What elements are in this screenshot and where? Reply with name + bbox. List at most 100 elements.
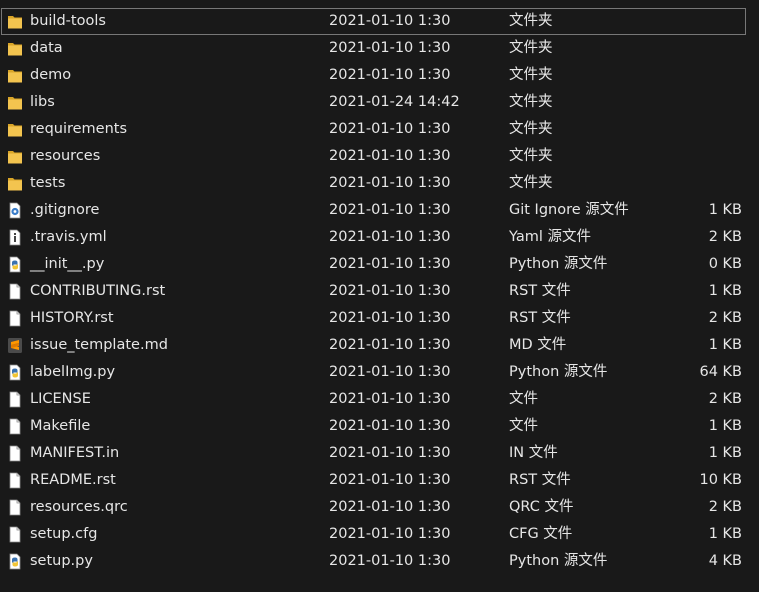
file-name: Makefile <box>30 418 91 434</box>
file-date: 2021-01-10 1:30 <box>329 13 451 29</box>
folder-icon <box>7 13 23 30</box>
file-name: setup.py <box>30 553 93 569</box>
file-name: libs <box>30 94 55 110</box>
file-date: 2021-01-10 1:30 <box>329 553 451 569</box>
file-type: Python 源文件 <box>509 364 608 380</box>
file-date: 2021-01-24 14:42 <box>329 94 460 110</box>
folder-icon <box>7 175 23 192</box>
file-name: requirements <box>30 121 128 137</box>
file-date: 2021-01-10 1:30 <box>329 526 451 542</box>
file-date: 2021-01-10 1:30 <box>329 445 451 461</box>
file-type: 文件夹 <box>509 148 553 164</box>
file-type: RST 文件 <box>509 472 571 488</box>
file-row[interactable]: labelImg.py 2021-01-10 1:30 Python 源文件 64 K… <box>0 359 759 386</box>
file-date: 2021-01-10 1:30 <box>329 499 451 515</box>
folder-icon <box>7 67 23 84</box>
file-row[interactable]: tests 2021-01-10 1:30 文件夹 <box>0 170 759 197</box>
file-name: .gitignore <box>30 202 100 218</box>
file-row[interactable]: issue_template.md 2021-01-10 1:30 MD 文件 1 K… <box>0 332 759 359</box>
file-row[interactable]: data 2021-01-10 1:30 文件夹 <box>0 35 759 62</box>
file-type: RST 文件 <box>509 283 571 299</box>
folder-icon <box>7 148 23 165</box>
file-row[interactable]: libs 2021-01-24 14:42 文件夹 <box>0 89 759 116</box>
file-list[interactable]: build-tools 2021-01-10 1:30 文件夹 data 2021-0… <box>0 8 759 575</box>
file-date: 2021-01-10 1:30 <box>329 418 451 434</box>
file-date: 2021-01-10 1:30 <box>329 283 451 299</box>
file-name: build-tools <box>30 13 106 29</box>
file-size: 2 KB <box>708 391 742 407</box>
file-date: 2021-01-10 1:30 <box>329 202 451 218</box>
file-size: 64 KB <box>699 364 742 380</box>
file-size: 0 KB <box>708 256 742 272</box>
file-date: 2021-01-10 1:30 <box>329 472 451 488</box>
file-size: 2 KB <box>708 310 742 326</box>
blank-file-icon <box>7 418 23 435</box>
file-row[interactable]: resources 2021-01-10 1:30 文件夹 <box>0 143 759 170</box>
file-row[interactable]: resources.qrc 2021-01-10 1:30 QRC 文件 2 KB <box>0 494 759 521</box>
file-date: 2021-01-10 1:30 <box>329 391 451 407</box>
blank-file-icon <box>7 526 23 543</box>
file-date: 2021-01-10 1:30 <box>329 229 451 245</box>
file-type: 文件夹 <box>509 121 553 137</box>
blank-file-icon <box>7 499 23 516</box>
file-row[interactable]: CONTRIBUTING.rst 2021-01-10 1:30 RST 文件 1 K… <box>0 278 759 305</box>
info-file-icon <box>7 229 23 246</box>
file-type: RST 文件 <box>509 310 571 326</box>
file-row[interactable]: HISTORY.rst 2021-01-10 1:30 RST 文件 2 KB <box>0 305 759 332</box>
folder-icon <box>7 40 23 57</box>
file-size: 1 KB <box>708 202 742 218</box>
blank-file-icon <box>7 472 23 489</box>
file-size: 2 KB <box>708 499 742 515</box>
file-row[interactable]: demo 2021-01-10 1:30 文件夹 <box>0 62 759 89</box>
file-name: data <box>30 40 63 56</box>
file-size: 10 KB <box>699 472 742 488</box>
file-type: IN 文件 <box>509 445 558 461</box>
file-type: 文件夹 <box>509 175 553 191</box>
file-size: 4 KB <box>708 553 742 569</box>
file-row[interactable]: .gitignore 2021-01-10 1:30 Git Ignore 源文件 1… <box>0 197 759 224</box>
file-row[interactable]: __init__.py 2021-01-10 1:30 Python 源文件 0 KB <box>0 251 759 278</box>
file-date: 2021-01-10 1:30 <box>329 175 451 191</box>
blank-file-icon <box>7 445 23 462</box>
blank-file-icon <box>7 310 23 327</box>
file-size: 1 KB <box>708 283 742 299</box>
folder-icon <box>7 94 23 111</box>
python-file-icon <box>7 256 23 273</box>
file-date: 2021-01-10 1:30 <box>329 256 451 272</box>
file-size: 1 KB <box>708 418 742 434</box>
file-row[interactable]: LICENSE 2021-01-10 1:30 文件 2 KB <box>0 386 759 413</box>
file-type: QRC 文件 <box>509 499 574 515</box>
file-type: CFG 文件 <box>509 526 573 542</box>
file-name: CONTRIBUTING.rst <box>30 283 166 299</box>
file-type: Git Ignore 源文件 <box>509 202 629 218</box>
file-row[interactable]: requirements 2021-01-10 1:30 文件夹 <box>0 116 759 143</box>
file-row[interactable]: MANIFEST.in 2021-01-10 1:30 IN 文件 1 KB <box>0 440 759 467</box>
file-row[interactable]: README.rst 2021-01-10 1:30 RST 文件 10 KB <box>0 467 759 494</box>
file-row[interactable]: build-tools 2021-01-10 1:30 文件夹 <box>1 8 746 35</box>
file-type: 文件夹 <box>509 94 553 110</box>
sublime-file-icon <box>7 337 23 354</box>
file-name: HISTORY.rst <box>30 310 114 326</box>
file-type: Yaml 源文件 <box>509 229 592 245</box>
file-name: labelImg.py <box>30 364 116 380</box>
file-name: resources <box>30 148 101 164</box>
file-type: 文件 <box>509 418 538 434</box>
file-row[interactable]: setup.cfg 2021-01-10 1:30 CFG 文件 1 KB <box>0 521 759 548</box>
file-name: MANIFEST.in <box>30 445 120 461</box>
file-date: 2021-01-10 1:30 <box>329 121 451 137</box>
file-name: .travis.yml <box>30 229 107 245</box>
file-type: 文件夹 <box>509 13 553 29</box>
python-file-icon <box>7 553 23 570</box>
file-date: 2021-01-10 1:30 <box>329 148 451 164</box>
file-row[interactable]: Makefile 2021-01-10 1:30 文件 1 KB <box>0 413 759 440</box>
file-row[interactable]: .travis.yml 2021-01-10 1:30 Yaml 源文件 2 KB <box>0 224 759 251</box>
gear-file-icon <box>7 202 23 219</box>
blank-file-icon <box>7 391 23 408</box>
file-row[interactable]: setup.py 2021-01-10 1:30 Python 源文件 4 KB <box>0 548 759 575</box>
file-size: 1 KB <box>708 526 742 542</box>
blank-file-icon <box>7 283 23 300</box>
folder-icon <box>7 121 23 138</box>
file-type: Python 源文件 <box>509 553 608 569</box>
file-type: 文件夹 <box>509 40 553 56</box>
file-name: LICENSE <box>30 391 91 407</box>
